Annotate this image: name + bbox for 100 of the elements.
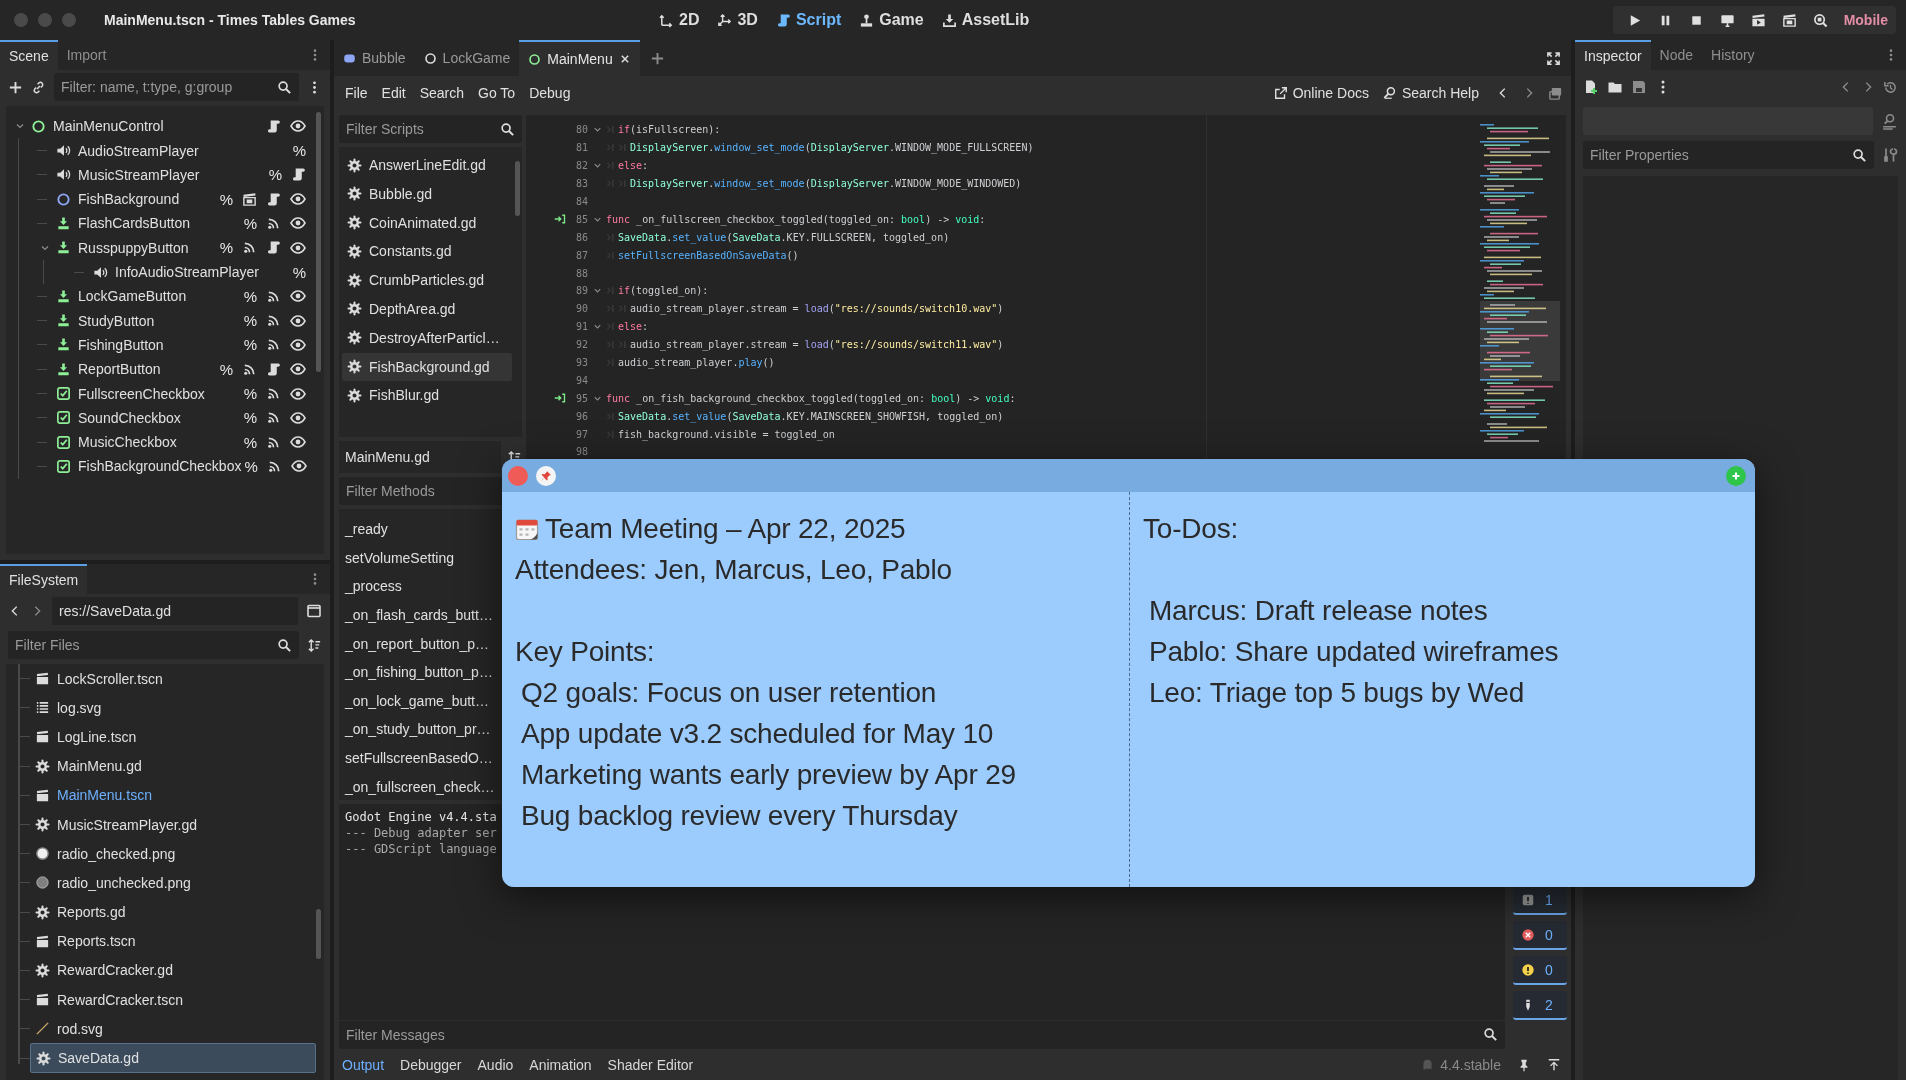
tree-item[interactable]: SoundCheckbox	[53, 408, 184, 427]
main-screen-tab[interactable]: 3D	[713, 7, 762, 33]
unique-name-marker[interactable]: %	[243, 336, 257, 354]
tree-item[interactable]: ReportButton	[53, 360, 164, 379]
link-icon[interactable]	[31, 79, 46, 95]
search-icon[interactable]	[500, 121, 515, 137]
tree-item[interactable]: FullscreenCheckbox	[53, 384, 208, 403]
script-entry[interactable]: DepthArea.gd	[342, 295, 512, 323]
unique-name-marker[interactable]: %	[292, 142, 306, 160]
eye-icon[interactable]	[290, 288, 306, 305]
path-field[interactable]: res://SaveData.gd	[52, 597, 298, 625]
unique-name-marker[interactable]: %	[244, 457, 258, 475]
tab[interactable]: Import	[57, 40, 116, 70]
tab[interactable]: History	[1702, 40, 1764, 70]
eye-icon[interactable]	[290, 336, 306, 353]
unique-name-marker[interactable]: %	[243, 312, 257, 330]
panel-tab[interactable]: Shader Editor	[607, 1056, 694, 1073]
clapperboard-icon[interactable]	[242, 191, 257, 207]
search-icon[interactable]	[1852, 147, 1867, 163]
tree-item[interactable]: InfoAudioStreamPlayer	[90, 263, 262, 281]
script-entry[interactable]: FishBlur.gd	[342, 381, 512, 410]
panel-tab[interactable]: Output	[342, 1056, 385, 1073]
menu-item[interactable]: File	[340, 81, 373, 105]
tree-item[interactable]: RusspuppyButton	[53, 238, 192, 257]
unique-name-marker[interactable]: %	[243, 385, 257, 402]
tab[interactable]: Inspector	[1575, 40, 1651, 70]
eye-icon[interactable]	[290, 409, 306, 426]
menu-item[interactable]: Debug	[524, 81, 576, 105]
asset-entry[interactable]: rod.svg	[30, 1014, 316, 1043]
unique-name-marker[interactable]: %	[243, 214, 257, 232]
tree-item[interactable]: StudyButton	[53, 311, 158, 330]
unique-name-marker[interactable]: %	[219, 360, 233, 378]
eye-icon[interactable]	[290, 215, 306, 232]
unique-name-marker[interactable]: %	[219, 239, 233, 257]
asset-entry[interactable]: SaveData.gd	[30, 1043, 316, 1074]
eye-icon[interactable]	[290, 239, 306, 256]
signal-icon[interactable]	[266, 386, 281, 401]
filter-toggle-button[interactable]: 1	[1513, 886, 1567, 915]
tree-item[interactable]: MainMenuControl	[28, 117, 167, 136]
help-button[interactable]: Online Docs	[1268, 81, 1374, 105]
tree-item[interactable]: FishBackground	[53, 190, 183, 209]
unique-name-marker[interactable]: %	[268, 166, 282, 184]
script-entry[interactable]: CrumbParticles.gd	[342, 266, 512, 295]
panel-tab[interactable]: Animation	[529, 1056, 592, 1073]
search-icon[interactable]	[277, 79, 292, 95]
unique-name-marker[interactable]: %	[243, 433, 257, 451]
expand-panel-icon[interactable]	[1547, 1057, 1561, 1072]
menu-item[interactable]: Edit	[376, 81, 411, 105]
tools-icon[interactable]	[1882, 147, 1898, 163]
unique-name-marker[interactable]: %	[219, 190, 233, 208]
tree-item[interactable]: AudioStreamPlayer	[53, 141, 202, 160]
script-entry[interactable]: Constants.gd	[342, 237, 512, 266]
asset-entry[interactable]: Reports.tscn	[30, 927, 316, 956]
script-entry[interactable]: FishBackground.gd	[342, 352, 512, 381]
asset-entry[interactable]: MusicStreamPlayer.gd	[30, 810, 316, 839]
tree-item[interactable]: MusicCheckbox	[53, 433, 180, 452]
scroll-icon[interactable]	[266, 118, 281, 134]
scroll-icon[interactable]	[266, 240, 281, 256]
sort-icon[interactable]	[307, 637, 322, 653]
eye-icon[interactable]	[290, 434, 306, 451]
tree-item[interactable]: MusicStreamPlayer	[53, 165, 203, 184]
tree-item[interactable]: LockGameButton	[53, 287, 190, 306]
signal-icon[interactable]	[266, 337, 281, 353]
signal-connection-icon[interactable]	[554, 213, 566, 226]
renderer-selector[interactable]: Mobile	[1837, 12, 1888, 28]
search-icon[interactable]	[1483, 1027, 1498, 1042]
scrollbar[interactable]	[316, 112, 321, 372]
search-field[interactable]: Filter Properties	[1583, 141, 1874, 169]
tab[interactable]: Scene	[0, 40, 58, 70]
menu-item[interactable]: Search	[414, 81, 470, 105]
tab[interactable]: Node	[1650, 40, 1703, 70]
asset-entry[interactable]: LockScroller.tscn	[30, 664, 316, 693]
add-tab-icon[interactable]	[649, 50, 665, 66]
asset-entry[interactable]: radio_checked.png	[30, 839, 316, 868]
asset-entry[interactable]: RewardCracker.gd	[30, 956, 316, 985]
eye-icon[interactable]	[290, 361, 306, 378]
fullscreen-icon[interactable]	[1546, 50, 1561, 66]
unique-name-marker[interactable]: %	[243, 287, 257, 305]
tree-item[interactable]: FishBackgroundCheckbox	[53, 457, 245, 476]
editor-tab[interactable]: Bubble	[334, 40, 415, 76]
filter-toggle-button[interactable]: 0	[1513, 956, 1567, 985]
signal-icon[interactable]	[242, 240, 257, 256]
search-field[interactable]: Filter Files	[8, 631, 299, 659]
search-field[interactable]: Filter Messages	[339, 1020, 1505, 1049]
main-screen-tab[interactable]: 2D	[655, 7, 704, 33]
unique-name-marker[interactable]: %	[243, 409, 257, 427]
editor-tab[interactable]: MainMenu	[519, 40, 640, 76]
asset-entry[interactable]: MainMenu.tscn	[30, 781, 316, 810]
asset-entry[interactable]: RewardCracker.tscn	[30, 985, 316, 1014]
tree-item[interactable]: FishingButton	[53, 335, 167, 354]
asset-entry[interactable]: MainMenu.gd	[30, 752, 316, 781]
filter-toggle-button[interactable]: 0	[1513, 921, 1567, 950]
eye-icon[interactable]	[290, 191, 306, 208]
signal-connection-icon[interactable]	[554, 392, 566, 405]
add-icon[interactable]	[8, 79, 23, 95]
asset-entry[interactable]: radio_unchecked.png	[30, 868, 316, 897]
signal-icon[interactable]	[266, 410, 281, 426]
panel-tab[interactable]: Audio	[477, 1056, 514, 1073]
pin-button[interactable]	[536, 465, 556, 486]
window-icon[interactable]	[306, 603, 322, 619]
